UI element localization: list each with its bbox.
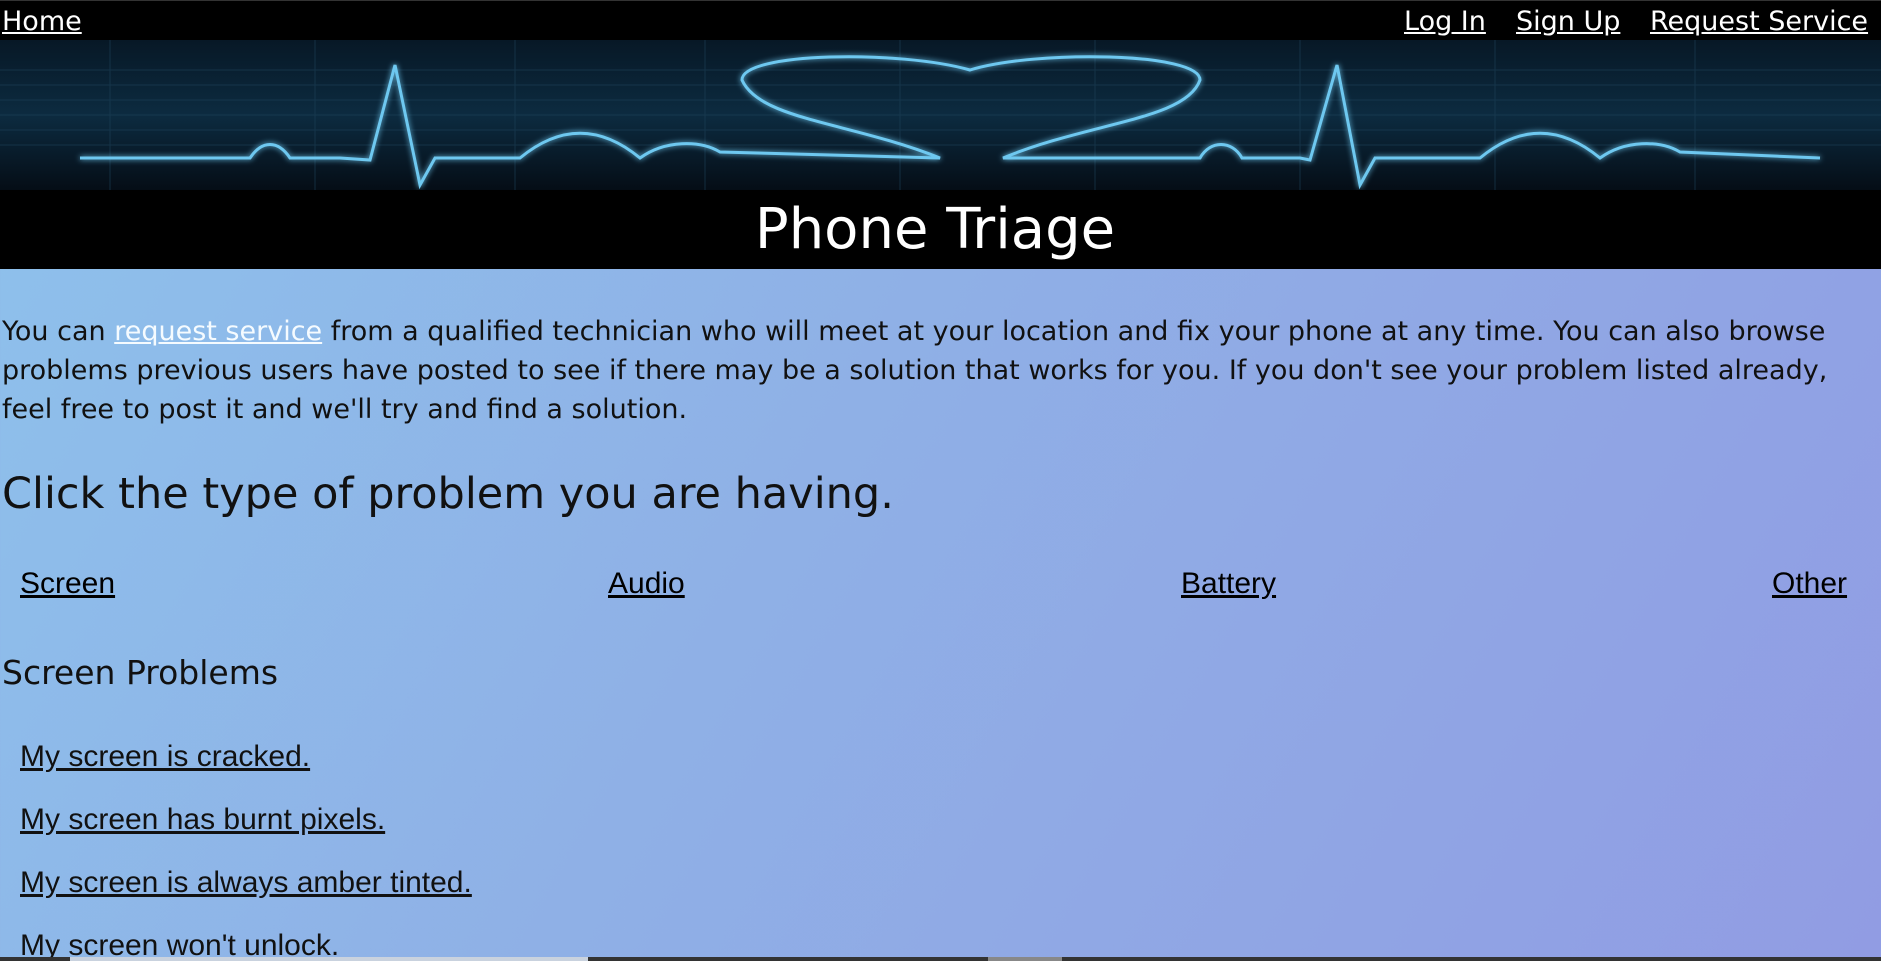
- page-title: Phone Triage: [754, 197, 1116, 262]
- category-audio-link[interactable]: Audio: [608, 566, 685, 602]
- list-item: My screen is always amber tinted.: [20, 863, 472, 926]
- category-prompt-heading: Click the type of problem you are having…: [2, 469, 894, 519]
- heartbeat-image: [0, 40, 1881, 190]
- scrollbar-thumb[interactable]: [70, 957, 588, 961]
- intro-text-before: You can: [2, 316, 115, 347]
- horizontal-scrollbar[interactable]: [0, 957, 1881, 961]
- request-service-inline-link[interactable]: request service: [114, 316, 322, 347]
- nav-home-link[interactable]: Home: [2, 7, 82, 37]
- nav-login-link[interactable]: Log In: [1404, 7, 1486, 37]
- list-item: My screen has burnt pixels.: [20, 800, 472, 863]
- problem-link[interactable]: My screen has burnt pixels.: [20, 803, 385, 836]
- problem-link[interactable]: My screen is cracked.: [20, 740, 310, 773]
- scrollbar-segment: [988, 957, 1062, 961]
- screen-problems-heading: Screen Problems: [2, 653, 279, 692]
- nav-signup-link[interactable]: Sign Up: [1516, 7, 1620, 37]
- problem-list: My screen is cracked. My screen has burn…: [20, 737, 472, 961]
- list-item: My screen won't unlock.: [20, 926, 472, 961]
- top-nav: Home Log In Sign Up Request Service: [0, 0, 1881, 40]
- category-screen-link[interactable]: Screen: [20, 566, 115, 602]
- list-item: My screen is cracked.: [20, 737, 472, 800]
- heartbeat-banner: [0, 40, 1881, 190]
- nav-request-service-link[interactable]: Request Service: [1650, 7, 1868, 37]
- problem-link[interactable]: My screen is always amber tinted.: [20, 866, 472, 899]
- category-battery-link[interactable]: Battery: [1181, 566, 1276, 602]
- category-other-link[interactable]: Other: [1772, 566, 1847, 602]
- intro-paragraph: You can request service from a qualified…: [2, 312, 1862, 429]
